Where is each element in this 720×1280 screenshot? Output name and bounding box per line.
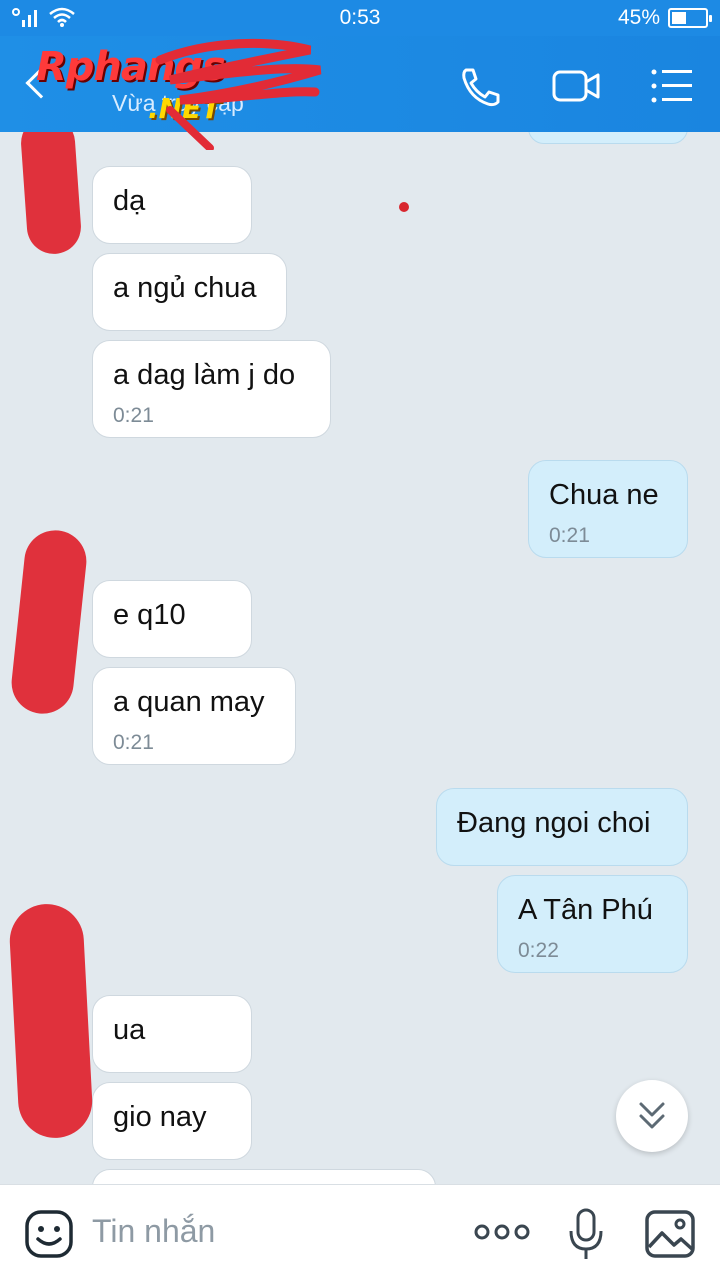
message-bubble[interactable]: A Tân Phú 0:22 bbox=[497, 875, 688, 973]
message-text: a dag làm j do bbox=[113, 359, 296, 391]
message-bubble[interactable]: a ngủ chua bbox=[92, 253, 287, 331]
avatar-redaction bbox=[7, 902, 95, 1140]
message-text: Đang ngoi choi bbox=[457, 807, 651, 839]
message-time: 0:21 bbox=[113, 731, 154, 754]
status-bar: 0:53 45% bbox=[0, 0, 720, 36]
more-icon[interactable] bbox=[474, 1221, 530, 1243]
battery-icon bbox=[668, 8, 712, 28]
message-list[interactable]: dạ a ngủ chua a dag làm j do 0:21 Chua ne… bbox=[0, 132, 720, 1184]
message-text: e q10 bbox=[113, 599, 186, 631]
red-dot bbox=[399, 202, 409, 212]
message-bubble[interactable]: ua bbox=[92, 995, 252, 1073]
avatar-redaction bbox=[19, 132, 83, 256]
message-text: a ngủ chua bbox=[113, 272, 257, 304]
battery-fill bbox=[672, 12, 687, 24]
message-bubble[interactable]: a dag làm j do 0:21 bbox=[92, 340, 331, 438]
message-time: 0:21 bbox=[113, 404, 154, 427]
phone-icon[interactable] bbox=[456, 64, 504, 108]
message-time: 0:21 bbox=[549, 524, 590, 547]
message-bubble[interactable]: e q10 bbox=[92, 580, 252, 658]
partial-bubble-bottom bbox=[92, 1169, 436, 1184]
battery-percent: 45% bbox=[617, 6, 660, 29]
chat-header: Vừa truy cập Rphangs .NET bbox=[0, 36, 720, 150]
message-bubble[interactable]: a quan may 0:21 bbox=[92, 667, 296, 765]
video-call-icon[interactable] bbox=[552, 64, 600, 108]
message-text: dạ bbox=[113, 185, 146, 217]
message-bubble[interactable]: Chua ne 0:21 bbox=[528, 460, 688, 558]
composer-bar: Tin nhắn bbox=[0, 1184, 720, 1280]
message-bubble[interactable]: gio nay bbox=[92, 1082, 252, 1160]
message-text: Chua ne bbox=[549, 479, 659, 511]
status-right: 45% bbox=[617, 6, 712, 30]
message-bubble[interactable]: Đang ngoi choi bbox=[436, 788, 688, 866]
message-time: 0:22 bbox=[518, 939, 559, 962]
emoji-icon[interactable] bbox=[24, 1209, 74, 1259]
menu-list-icon[interactable] bbox=[648, 64, 696, 108]
message-input[interactable]: Tin nhắn bbox=[92, 1213, 215, 1250]
message-text: ua bbox=[113, 1014, 146, 1046]
clock: 0:53 bbox=[339, 6, 381, 29]
watermark-logo: Rphangs bbox=[36, 44, 226, 90]
watermark-logo-suffix: .NET bbox=[148, 92, 221, 125]
message-text: A Tân Phú bbox=[518, 894, 653, 926]
double-chevron-down-icon bbox=[639, 1102, 665, 1129]
image-icon[interactable] bbox=[644, 1209, 696, 1259]
scroll-to-bottom-button[interactable] bbox=[616, 1080, 688, 1152]
avatar-redaction bbox=[8, 527, 90, 717]
message-bubble[interactable]: dạ bbox=[92, 166, 252, 244]
message-text: a quan may bbox=[113, 686, 265, 718]
partial-bubble-top bbox=[528, 132, 688, 144]
message-text: gio nay bbox=[113, 1101, 207, 1133]
microphone-icon[interactable] bbox=[566, 1207, 606, 1263]
